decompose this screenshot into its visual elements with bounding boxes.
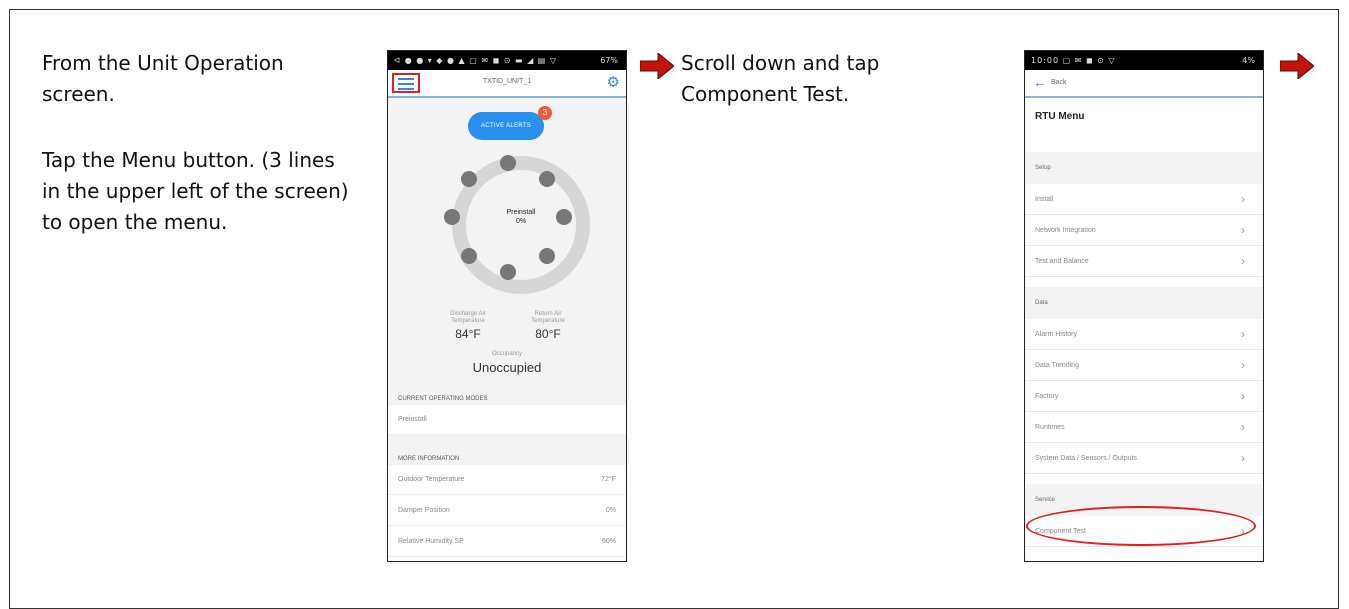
menu-item-install[interactable]: Install › [1025, 184, 1263, 215]
mode-dot-icon [539, 248, 555, 264]
instruction-line: Tap the Menu button. (3 lines [42, 148, 335, 172]
chevron-right-icon: › [1241, 451, 1245, 465]
app-header: TXTID_UNIT_1 ⚙ [388, 70, 626, 98]
back-label[interactable]: Back [1051, 79, 1067, 86]
info-row: Outdoor Temperature 72°F [388, 465, 626, 495]
info-value: 72°F [601, 476, 616, 483]
right-arrow-icon [640, 53, 674, 79]
right-arrow-icon [1280, 53, 1314, 79]
current-mode-row: Preinstall [388, 405, 626, 435]
mode-dot-icon [500, 155, 516, 171]
ring-center-label: Preinstall 0% [492, 208, 550, 226]
info-value: 60% [601, 538, 616, 545]
instruction-step1: From the Unit Operation screen. [42, 48, 284, 110]
phone-unit-operation-screen: ᐊ ● ● ▾ ◆ ● ▲ ▢ ✉ ◼ ⊙ ▬ ◢ ▤ ▽ 67% TXTID_… [387, 50, 627, 562]
ring-percent: 0% [515, 218, 527, 225]
menu-item-label: Network Integration [1035, 227, 1096, 234]
chevron-right-icon: › [1241, 420, 1245, 434]
mode-dot-icon [500, 264, 516, 280]
mode-dot-icon [461, 171, 477, 187]
menu-item-label: Install [1035, 196, 1054, 203]
menu-item-system-data[interactable]: System Data / Sensors / Outputs › [1025, 443, 1263, 474]
instruction-line: screen. [42, 82, 115, 106]
menu-item-label: Runtimes [1035, 424, 1065, 431]
info-label: Outdoor Temperature [398, 476, 465, 483]
rtu-menu-title: RTU Menu [1035, 111, 1085, 122]
menu-item-network-integration[interactable]: Network Integration › [1025, 215, 1263, 246]
chevron-right-icon: › [1241, 358, 1245, 372]
battery-level: 4% [1242, 56, 1255, 65]
mode-dot-icon [461, 248, 477, 264]
spacer [388, 435, 626, 452]
mode-dot-icon [539, 171, 555, 187]
menu-item-data-trending[interactable]: Data Trending › [1025, 350, 1263, 381]
menu-item-label: Alarm History [1035, 331, 1078, 338]
discharge-air-label: Discharge Air Temperature [450, 311, 486, 324]
instruction-step2: Tap the Menu button. (3 lines in the upp… [42, 145, 349, 238]
back-arrow-icon[interactable]: ← [1033, 74, 1047, 90]
instruction-step3: Scroll down and tap Component Test. [681, 48, 879, 110]
alert-count-badge: 3 [538, 106, 552, 120]
instruction-line: Component Test. [681, 82, 850, 106]
status-icons: ᐊ ● ● ▾ ◆ ● ▲ ▢ ✉ ◼ ⊙ ▬ ◢ ▤ ▽ [394, 56, 558, 65]
return-air-label: Return Air Temperature [531, 311, 565, 324]
unit-status-panel: ACTIVE ALERTS 3 Preinstall 0% Discharge … [388, 98, 626, 404]
instruction-line: Scroll down and tap [681, 51, 880, 75]
group-header-setup: Setup [1025, 152, 1263, 184]
gear-icon[interactable]: ⚙ [607, 75, 620, 90]
status-bar: ᐊ ● ● ▾ ◆ ● ▲ ▢ ✉ ◼ ⊙ ▬ ◢ ▤ ▽ 67% [388, 51, 626, 70]
discharge-air-value: 84°F [455, 327, 481, 341]
chevron-right-icon: › [1241, 192, 1245, 206]
menu-item-label: Factory [1035, 393, 1059, 400]
battery-level: 67% [600, 56, 618, 65]
chevron-right-icon: › [1241, 389, 1245, 403]
menu-item-alarm-history[interactable]: Alarm History › [1025, 319, 1263, 350]
info-row: Damper Position 0% [388, 496, 626, 526]
menu-item-label: System Data / Sensors / Outputs [1035, 455, 1137, 462]
mode-dot-icon [556, 209, 572, 225]
info-label: Damper Position [398, 507, 450, 514]
unit-title: TXTID_UNIT_1 [482, 78, 532, 85]
current-mode-value: Preinstall [398, 416, 427, 423]
info-label: Relative Humidity SP [398, 538, 464, 545]
menu-item-factory[interactable]: Factory › [1025, 381, 1263, 412]
chevron-right-icon: › [1241, 223, 1245, 237]
ring-mode: Preinstall [506, 209, 536, 216]
phone-rtu-menu-screen: 10:00 ▢ ✉ ◼ ⊙ ▽ 4% ← Back RTU Menu Setup… [1024, 50, 1264, 562]
status-icons: 10:00 ▢ ✉ ◼ ⊙ ▽ [1031, 56, 1116, 65]
instruction-line: in the upper left of the screen) [42, 179, 349, 203]
menu-item-label: Test and Balance [1035, 258, 1089, 265]
instruction-line: to open the menu. [42, 210, 228, 234]
menu-item-test-and-balance[interactable]: Test and Balance › [1025, 246, 1263, 277]
active-alerts-button[interactable]: ACTIVE ALERTS [468, 112, 544, 140]
group-header-data: Data [1025, 287, 1263, 319]
instruction-line: From the Unit Operation [42, 51, 284, 75]
mode-dot-icon [444, 209, 460, 225]
status-bar: 10:00 ▢ ✉ ◼ ⊙ ▽ 4% [1025, 51, 1263, 70]
back-bar[interactable]: ← Back [1025, 70, 1263, 98]
info-value: 0% [605, 507, 616, 514]
return-air-value: 80°F [535, 327, 561, 341]
menu-item-label: Data Trending [1035, 362, 1079, 369]
chevron-right-icon: › [1241, 327, 1245, 341]
highlight-oval [1026, 506, 1256, 546]
info-row: Relative Humidity SP 60% [388, 527, 626, 557]
occupancy-value: Unoccupied [472, 360, 542, 375]
occupancy-label: Occupancy [491, 351, 522, 357]
hamburger-icon [398, 88, 414, 90]
menu-item-runtimes[interactable]: Runtimes › [1025, 412, 1263, 443]
chevron-right-icon: › [1241, 254, 1245, 268]
